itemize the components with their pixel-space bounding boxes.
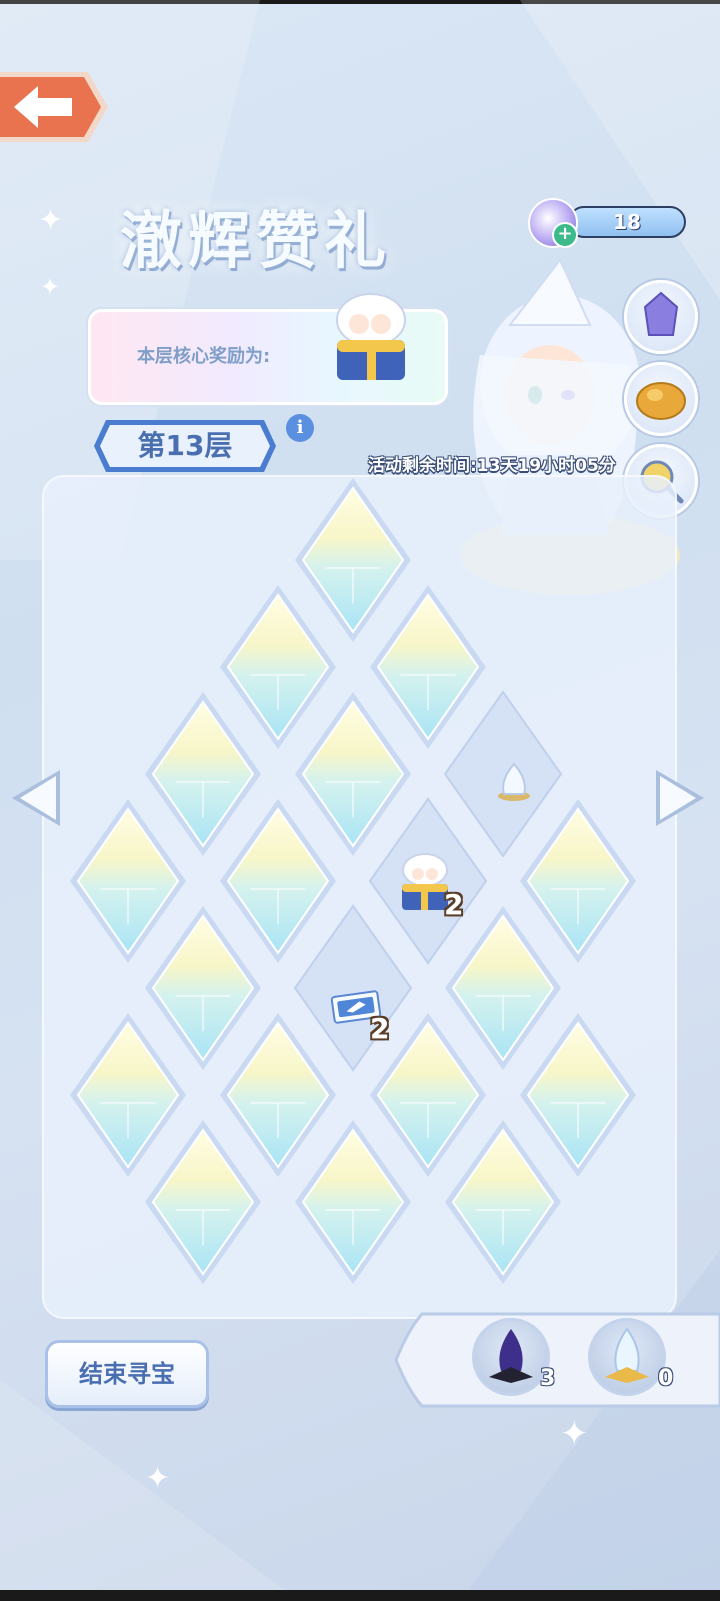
dark-crystal-item[interactable] [472, 1318, 550, 1396]
hidden-tile[interactable] [70, 1013, 186, 1177]
hidden-tile[interactable] [220, 585, 336, 749]
next-page-arrow-icon[interactable] [652, 766, 708, 830]
hidden-tile[interactable] [145, 906, 261, 1070]
light-crystal-count: 0 [658, 1366, 674, 1391]
hidden-tile[interactable] [145, 1120, 261, 1284]
end-button-label: 结束寻宝 [79, 1360, 175, 1388]
hidden-tile[interactable] [295, 478, 411, 642]
hidden-tile[interactable] [445, 906, 561, 1070]
ticket-count: 2 [370, 1012, 390, 1045]
light-crystal-icon [605, 1327, 649, 1383]
hidden-tile[interactable] [520, 799, 636, 963]
hidden-tile[interactable] [370, 585, 486, 749]
revealed-tile [293, 904, 413, 1072]
dark-crystal-icon [489, 1329, 533, 1383]
hidden-tile[interactable] [220, 799, 336, 963]
dark-crystal-count: 3 [540, 1366, 556, 1391]
hidden-tile[interactable] [70, 799, 186, 963]
crystal-egg-icon [498, 762, 530, 801]
hidden-tile[interactable] [145, 692, 261, 856]
status-bar-bottom [0, 1590, 720, 1601]
hidden-tile[interactable] [295, 1120, 411, 1284]
prev-page-arrow-icon[interactable] [8, 766, 64, 830]
crystal-inventory: 3 0 [392, 1310, 720, 1410]
end-treasure-hunt-button[interactable]: 结束寻宝 [45, 1340, 209, 1408]
cookie-box-count: 2 [444, 888, 464, 921]
hidden-tile[interactable] [295, 692, 411, 856]
hidden-tile[interactable] [445, 1120, 561, 1284]
hidden-tile[interactable] [520, 1013, 636, 1177]
light-crystal-item[interactable] [588, 1318, 666, 1396]
hidden-tile[interactable] [220, 1013, 336, 1177]
